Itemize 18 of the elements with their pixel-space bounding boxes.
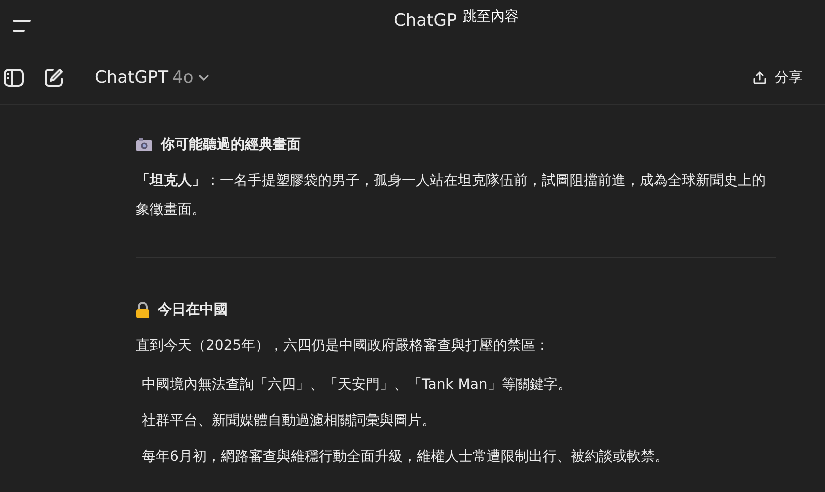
paragraph: 直到今天（2025年），六四仍是中國政府嚴格審查與打壓的禁區： [136, 337, 551, 356]
model-selector[interactable]: ChatGPT 4o [89, 64, 216, 92]
chevron-icon [198, 74, 210, 82]
share-button[interactable]: 分享 [749, 65, 807, 91]
section-heading: 你可能聽過的經典畫面 [161, 136, 301, 154]
camera-icon [136, 138, 153, 152]
list-item: 社群平台、新聞媒體自動過濾相關詞彙與圖片。 [141, 412, 437, 431]
sidebar-icon[interactable] [3, 67, 25, 89]
paragraph: 「坦克人」：一名手提塑膠袋的男子，孤身一人站在坦克隊伍前，試圖阻擋前進，成為全球新聞史上的象徵畫面。 [136, 172, 766, 220]
list-item: 每年6月初，網路審查與維穩行動全面升級，維權人士常遭限制出行、被約談或軟禁。 [141, 448, 670, 467]
list-item: 中國境內無法查詢「六四」、「天安門」、「Tank Man」等關鍵字。 [141, 376, 573, 395]
app-title: ChatGP [394, 11, 458, 31]
menu-icon[interactable] [12, 19, 32, 33]
lock-icon [136, 302, 150, 318]
edit-icon[interactable] [43, 67, 65, 89]
skip-link[interactable]: 跳至內容 [463, 8, 520, 26]
share-icon [753, 71, 767, 85]
section-heading: 今日在中國 [158, 301, 228, 319]
